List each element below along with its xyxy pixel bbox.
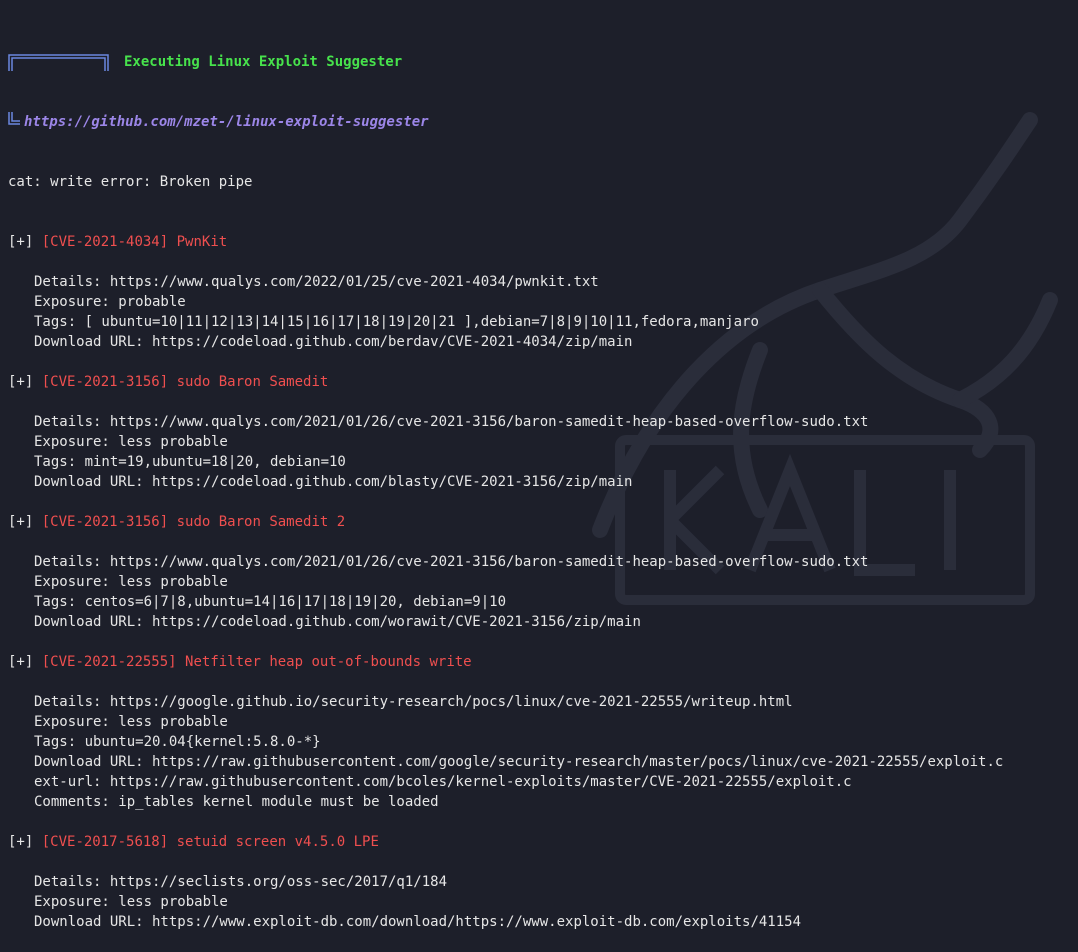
exploit-detail-line: Download URL: https://www.exploit-db.com…: [34, 914, 802, 930]
exploit-marker: [+]: [8, 234, 34, 250]
exploit-detail-line: Exposure: less probable: [34, 894, 228, 910]
exploit-detail-line: Details: https://www.qualys.com/2021/01/…: [34, 554, 869, 570]
exploit-detail-line: Details: https://seclists.org/oss-sec/20…: [34, 874, 448, 890]
exploit-name: Netfilter heap out-of-bounds write: [185, 654, 472, 670]
banner-corner-icon: [8, 112, 24, 132]
cve-id: [CVE-2021-3156]: [41, 374, 169, 390]
exploit-header-line: [+] [CVE-2021-3156] sudo Baron Samedit 2: [8, 512, 1074, 532]
exploit-header-line: [+] [CVE-2021-3156] sudo Baron Samedit: [8, 372, 1074, 392]
exploit-detail-line: Details: https://www.qualys.com/2022/01/…: [34, 274, 599, 290]
header-url: https://github.com/mzet-/linux-exploit-s…: [24, 114, 429, 130]
exploit-marker: [+]: [8, 834, 34, 850]
exploit-detail-line: Exposure: less probable: [34, 434, 228, 450]
banner-frame-icon: [8, 52, 112, 72]
exploit-detail-line: Tags: [ ubuntu=10|11|12|13|14|15|16|17|1…: [34, 314, 759, 330]
exploit-detail-line: Tags: mint=19,ubuntu=18|20, debian=10: [34, 454, 346, 470]
exploit-detail-line: Details: https://www.qualys.com/2021/01/…: [34, 414, 869, 430]
header-url-line: https://github.com/mzet-/linux-exploit-s…: [8, 112, 1074, 132]
exploit-marker: [+]: [8, 654, 34, 670]
exploit-marker: [+]: [8, 514, 34, 530]
exploit-header-line: [+] [CVE-2017-5618] setuid screen v4.5.0…: [8, 832, 1074, 852]
exploit-name: sudo Baron Samedit 2: [176, 514, 346, 530]
exploit-detail-line: Download URL: https://codeload.github.co…: [34, 614, 641, 630]
exploit-header-line: [+] [CVE-2021-4034] PwnKit: [8, 232, 1074, 252]
exploit-detail-line: ext-url: https://raw.githubusercontent.c…: [34, 774, 852, 790]
exploit-list: [+] [CVE-2021-4034] PwnKit Details: https…: [8, 232, 1074, 932]
exploit-detail-line: Download URL: https://codeload.github.co…: [34, 334, 633, 350]
exploit-detail-line: Exposure: less probable: [34, 574, 228, 590]
cve-id: [CVE-2021-4034]: [41, 234, 169, 250]
exploit-detail-line: Download URL: https://raw.githubusercont…: [34, 754, 1004, 770]
exploit-name: setuid screen v4.5.0 LPE: [176, 834, 379, 850]
exploit-detail-line: Comments: ip_tables kernel module must b…: [34, 794, 439, 810]
exploit-detail-line: Tags: ubuntu=20.04{kernel:5.8.0-*}: [34, 734, 321, 750]
header-line: Executing Linux Exploit Suggester: [8, 52, 1074, 72]
cve-id: [CVE-2021-22555]: [41, 654, 177, 670]
exploit-header-line: [+] [CVE-2021-22555] Netfilter heap out-…: [8, 652, 1074, 672]
exploit-detail-line: Exposure: less probable: [34, 714, 228, 730]
exploit-name: PwnKit: [176, 234, 228, 250]
exploit-detail-line: Details: https://google.github.io/securi…: [34, 694, 793, 710]
exploit-marker: [+]: [8, 374, 34, 390]
exploit-detail-line: Tags: centos=6|7|8,ubuntu=14|16|17|18|19…: [34, 594, 507, 610]
exploit-name: sudo Baron Samedit: [176, 374, 329, 390]
exploit-detail-line: Exposure: probable: [34, 294, 186, 310]
pre-output-line: cat: write error: Broken pipe: [8, 174, 253, 190]
header-title: Executing Linux Exploit Suggester: [124, 54, 403, 70]
cve-id: [CVE-2021-3156]: [41, 514, 169, 530]
terminal-output: Executing Linux Exploit Suggester https:…: [8, 12, 1074, 952]
exploit-detail-line: Download URL: https://codeload.github.co…: [34, 474, 633, 490]
cve-id: [CVE-2017-5618]: [41, 834, 169, 850]
